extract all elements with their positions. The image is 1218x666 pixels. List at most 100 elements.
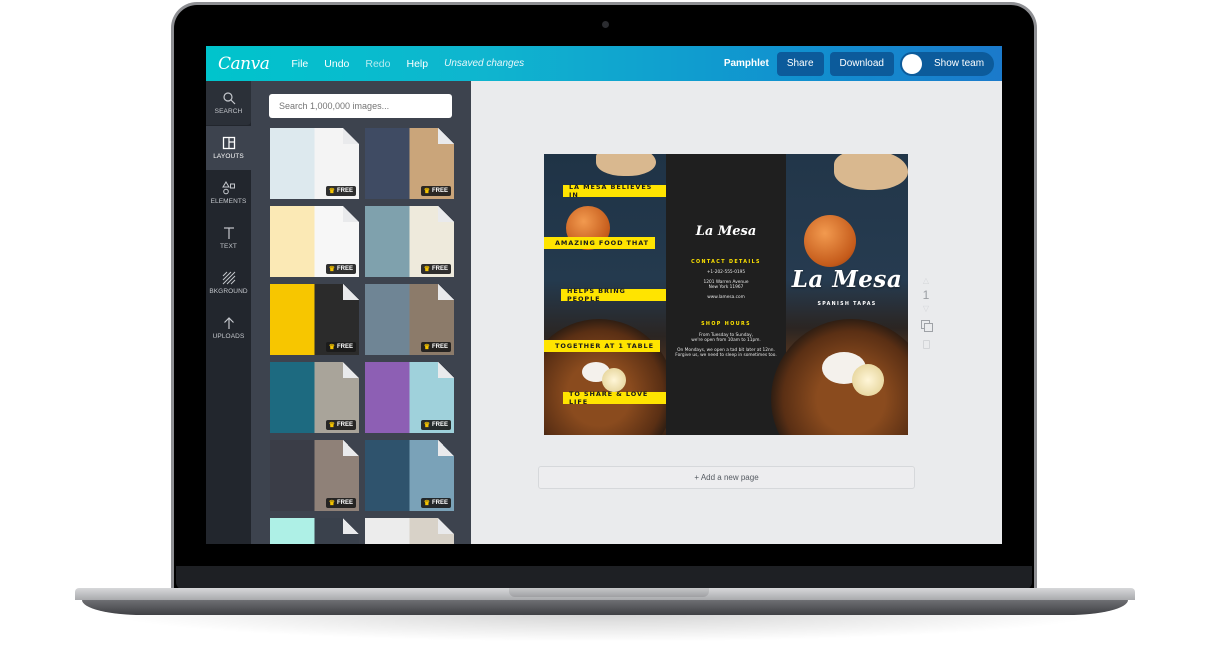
free-badge: ♛ FREE	[420, 264, 451, 274]
free-badge: ♛ FREE	[325, 264, 356, 274]
free-badge: ♛ FREE	[325, 342, 356, 352]
contact-address-2: New York 11967	[708, 285, 744, 290]
layout-mint-brochure[interactable]	[270, 518, 359, 544]
cover-title: La Mesa	[791, 266, 903, 293]
page-controls: △ 1 ▽	[918, 276, 934, 349]
page-curl-shade	[438, 206, 454, 222]
avatar	[902, 53, 922, 74]
add-page-button[interactable]: + Add a new page	[538, 466, 915, 489]
page-curl-shade	[343, 128, 359, 144]
menu-file[interactable]: File	[291, 58, 308, 70]
free-badge: ♛ FREE	[420, 498, 451, 508]
page-curl-shade	[343, 362, 359, 378]
free-badge-label: FREE	[431, 422, 448, 428]
tagline-4: TOGETHER AT 1 TABLE	[544, 340, 660, 352]
page-number: 1	[922, 288, 930, 302]
crown-icon: ♛	[423, 500, 430, 507]
move-page-down-icon[interactable]: ▽	[923, 304, 929, 314]
save-status: Unsaved changes	[444, 58, 525, 69]
show-team-label: Show team	[934, 58, 985, 69]
move-page-up-icon[interactable]: △	[923, 276, 929, 286]
sidebar-item-background[interactable]: BKGROUND	[206, 261, 251, 305]
layout-grace-baptist-church[interactable]: ♛ FREE	[365, 284, 454, 355]
layout-coffee-brochure[interactable]: ♛ FREE	[270, 128, 359, 199]
page-curl-shade	[438, 440, 454, 456]
layout-home-tours[interactable]: ♛ FREE	[270, 284, 359, 355]
layout-purple-design[interactable]: ♛ FREE	[365, 362, 454, 433]
layout-icon	[222, 136, 235, 150]
laptop-shadow	[100, 612, 1110, 642]
layout-minimal-brochure[interactable]	[365, 518, 454, 544]
sidebar-rail: SEARCH LAYOUTS ELEMENTS TEXT BKGROUND UP…	[206, 81, 251, 544]
tagline-5: TO SHARE & LOVE LIFE	[563, 390, 666, 406]
sidebar-item-label: SEARCH	[214, 108, 243, 115]
layout-geometric-brochure[interactable]: ♛ FREE	[365, 128, 454, 199]
crown-icon: ♛	[328, 266, 335, 273]
layout-bastion[interactable]: ♛ FREE	[270, 362, 359, 433]
sidebar-item-elements[interactable]: ELEMENTS	[206, 171, 251, 215]
brochure-page[interactable]: LA MESA BELIEVES IN AMAZING FOOD THAT HE…	[544, 154, 908, 435]
sidebar-item-label: ELEMENTS	[210, 198, 247, 205]
menu-undo[interactable]: Undo	[324, 58, 349, 70]
document-name[interactable]: Pamphlet	[724, 58, 769, 69]
topbar-actions: Pamphlet Share Download Show team	[724, 51, 994, 76]
sidebar-item-layouts[interactable]: LAYOUTS	[206, 126, 251, 170]
layout-explore-world[interactable]: ♛ FREE	[365, 440, 454, 511]
laptop-base-bottom	[82, 600, 1128, 615]
middle-title: La Mesa	[695, 224, 757, 239]
layout-miller[interactable]: ♛ FREE	[270, 440, 359, 511]
tagline-3: HELPS BRING PEOPLE	[561, 287, 666, 303]
crown-icon: ♛	[423, 422, 430, 429]
menu-help[interactable]: Help	[406, 58, 428, 70]
free-badge-label: FREE	[336, 188, 353, 194]
page-curl-shade	[438, 518, 454, 534]
image-search-input[interactable]	[269, 94, 452, 118]
sidebar-item-label: TEXT	[219, 243, 237, 250]
crown-icon: ♛	[423, 344, 430, 351]
free-badge-label: FREE	[431, 500, 448, 506]
brochure-panel-middle: La Mesa CONTACT DETAILS +1-202-555-0195 …	[666, 154, 786, 435]
lemon-image	[852, 364, 884, 396]
hours-line-2: we're open from 10am to 11pm.	[691, 338, 761, 343]
page-curl-shade	[438, 128, 454, 144]
sidebar-item-search[interactable]: SEARCH	[206, 81, 251, 125]
sidebar-item-text[interactable]: TEXT	[206, 216, 251, 260]
share-button[interactable]: Share	[776, 51, 824, 76]
crown-icon: ♛	[328, 422, 335, 429]
page-curl-shade	[343, 518, 359, 534]
sidebar-item-uploads[interactable]: UPLOADS	[206, 306, 251, 350]
free-badge: ♛ FREE	[420, 342, 451, 352]
page-curl-shade	[343, 440, 359, 456]
laptop-opening-notch	[509, 588, 709, 597]
free-badge: ♛ FREE	[420, 420, 451, 430]
bread-image	[834, 154, 908, 190]
hours-heading: SHOP HOURS	[701, 322, 751, 327]
free-badge: ♛ FREE	[325, 420, 356, 430]
page-curl-shade	[438, 362, 454, 378]
brochure-panel-left: LA MESA BELIEVES IN AMAZING FOOD THAT HE…	[544, 154, 674, 435]
layout-coffee-yellow[interactable]: ♛ FREE	[270, 206, 359, 277]
layout-mountain-grove[interactable]: ♛ FREE	[365, 206, 454, 277]
menu-redo[interactable]: Redo	[365, 58, 390, 70]
text-icon	[223, 227, 234, 239]
free-badge: ♛ FREE	[325, 498, 356, 508]
laptop-bezel-chin	[176, 566, 1032, 590]
page-curl-shade	[343, 206, 359, 222]
cover-subtitle: SPANISH TAPAS	[817, 302, 877, 307]
duplicate-page-icon[interactable]	[920, 320, 933, 332]
page-curl-shade	[438, 284, 454, 300]
app-screen: Canva File Undo Redo Help Unsaved change…	[206, 46, 1002, 544]
free-badge-label: FREE	[431, 344, 448, 350]
show-team-button[interactable]: Show team	[900, 51, 994, 76]
free-badge-label: FREE	[336, 500, 353, 506]
sidebar-item-label: UPLOADS	[212, 333, 245, 340]
hours-line-4: Forgive us, we need to sleep in sometime…	[675, 353, 777, 358]
contact-website: www.lamesa.com	[707, 295, 745, 300]
contact-phone: +1-202-555-0195	[706, 270, 746, 275]
tagline-2: AMAZING FOOD THAT	[544, 237, 655, 249]
download-button[interactable]: Download	[829, 51, 894, 76]
shapes-icon	[221, 181, 235, 195]
background-icon	[222, 271, 235, 285]
canva-logo[interactable]: Canva	[218, 54, 270, 74]
delete-page-icon[interactable]	[922, 340, 930, 349]
